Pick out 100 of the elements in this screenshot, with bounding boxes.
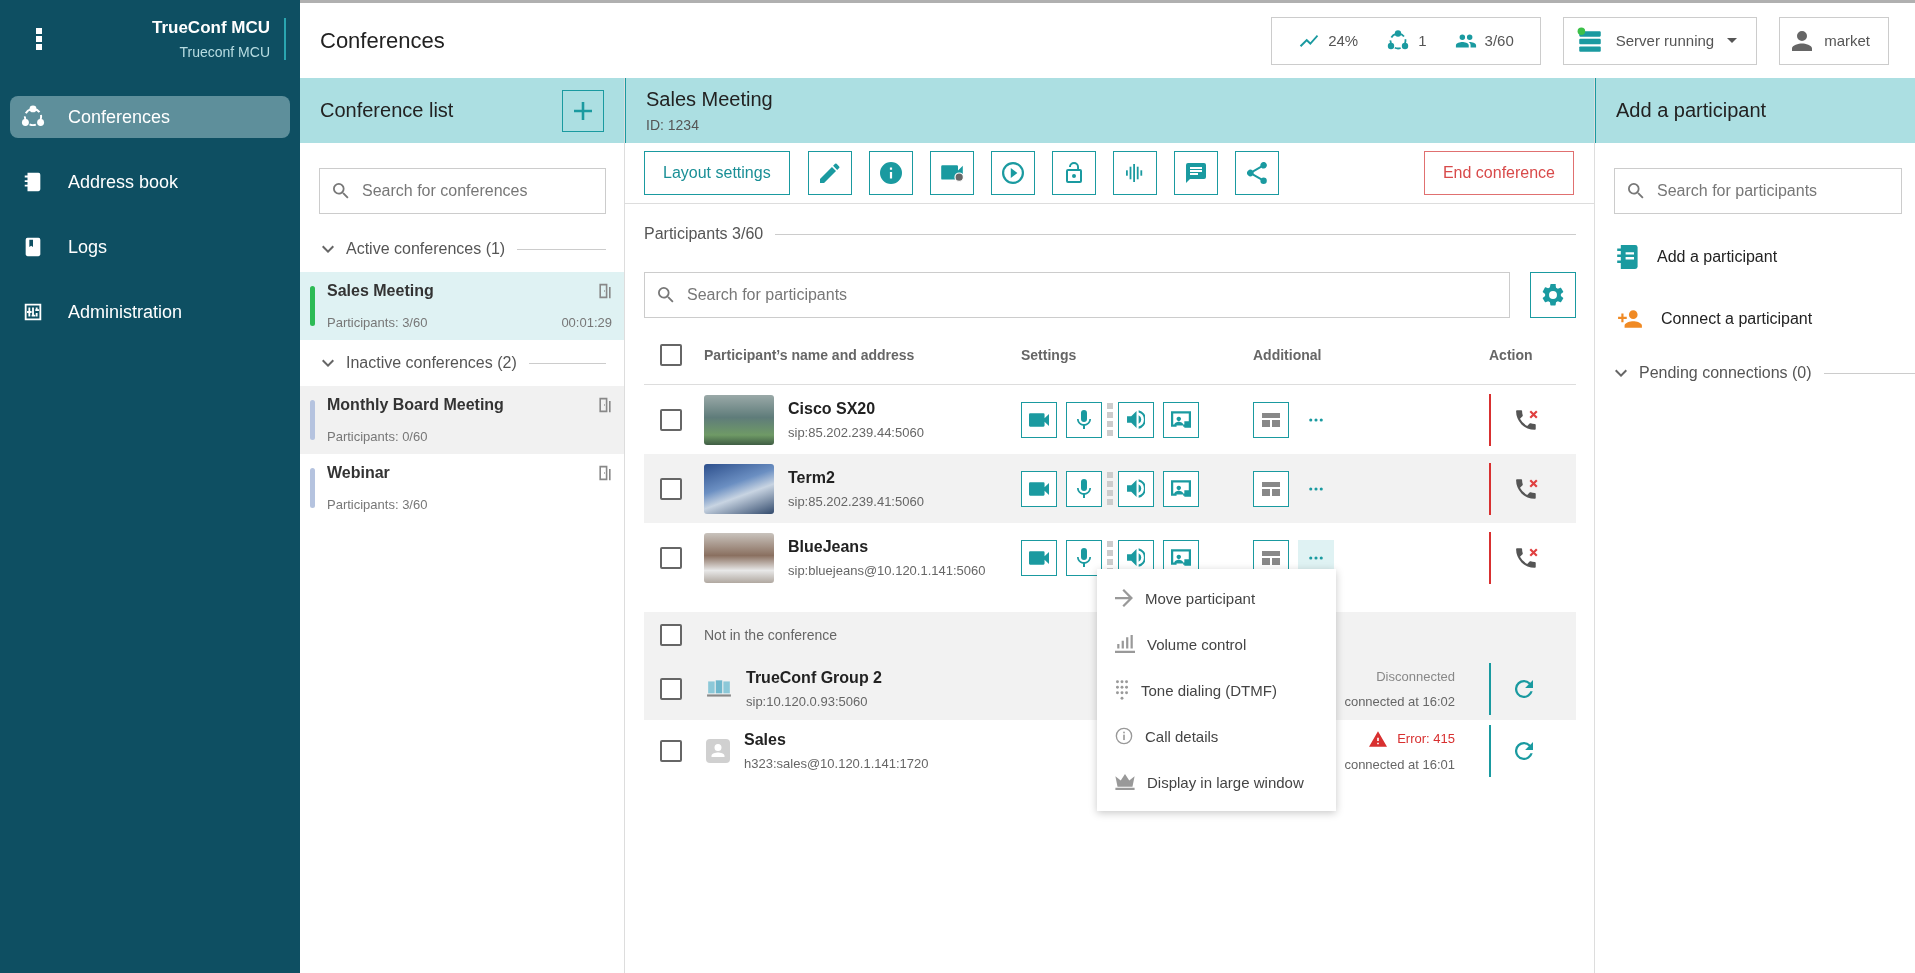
checkbox[interactable] <box>660 740 682 762</box>
phone-cross-icon <box>1515 546 1539 569</box>
more-icon <box>1309 555 1323 560</box>
video-thumbnail <box>704 463 774 514</box>
page-title: Conferences <box>320 27 445 54</box>
refresh-icon <box>1515 680 1533 698</box>
settings-icon <box>1542 284 1564 306</box>
camera-button[interactable] <box>1021 401 1057 438</box>
reconnect-button[interactable] <box>1515 680 1533 698</box>
speaker-button[interactable] <box>1118 401 1154 438</box>
lock-button[interactable] <box>1051 151 1096 195</box>
chevron-icon[interactable] <box>322 359 334 367</box>
camera-button[interactable] <box>1021 539 1057 576</box>
reconnect-button[interactable] <box>1515 742 1533 760</box>
volume-bars-icon <box>1115 635 1135 653</box>
room-system-icon <box>706 678 732 700</box>
checkbox[interactable] <box>660 344 682 366</box>
menu-item[interactable]: Move participant <box>1097 575 1336 621</box>
checkbox[interactable] <box>660 678 682 700</box>
microphone-button[interactable] <box>1066 539 1102 576</box>
camera-button[interactable] <box>1021 470 1057 507</box>
speaker-icon <box>1127 410 1145 429</box>
hang-up-button[interactable] <box>1515 546 1539 569</box>
screen-button[interactable] <box>1163 470 1199 507</box>
door-icon[interactable] <box>598 397 612 413</box>
sidebar-item[interactable]: Conferences <box>10 96 290 138</box>
chevron-icon[interactable] <box>322 245 334 253</box>
hang-up-button[interactable] <box>1515 477 1539 500</box>
connection-status: Error: 415 <box>1369 730 1455 747</box>
presentation-icon <box>1171 411 1191 428</box>
share-icon <box>1246 162 1267 184</box>
menu-item[interactable]: Volume control <box>1097 621 1336 667</box>
camera-button[interactable] <box>929 151 974 195</box>
layout-button[interactable] <box>1253 401 1289 438</box>
menu-item[interactable]: Display in large window <box>1097 759 1336 805</box>
participant-name: Sales <box>744 731 787 749</box>
play-button[interactable] <box>990 151 1035 195</box>
phone-cross-icon <box>1515 408 1539 431</box>
person-icon <box>1792 30 1813 51</box>
column-header: Settings <box>1021 347 1078 363</box>
add-action[interactable]: Connect a participant <box>1595 288 1915 350</box>
participant-address: sip:85.202.239.44:5060 <box>788 424 924 440</box>
layout-icon <box>1262 550 1280 565</box>
search-field[interactable]: Search for participants <box>1614 168 1902 214</box>
video-thumbnail <box>704 394 774 445</box>
stat-value: 24% <box>1298 29 1359 52</box>
participant-name: Term2 <box>788 468 836 487</box>
end-conference-button[interactable]: End conference <box>1423 151 1574 195</box>
group-label[interactable]: Inactive conferences (2) <box>346 354 517 372</box>
hang-up-button[interactable] <box>1515 408 1539 431</box>
group-label[interactable]: Active conferences (1) <box>346 240 506 258</box>
audio-button[interactable] <box>1112 151 1157 195</box>
info-button[interactable] <box>868 151 913 195</box>
checkbox[interactable] <box>660 624 682 646</box>
conference-item[interactable]: Monthly Board Meeting Participants: 0/60 <box>300 386 624 454</box>
menu-item[interactable]: Call details <box>1097 713 1336 759</box>
checkbox[interactable] <box>660 477 682 500</box>
column-header: Additional <box>1253 347 1323 363</box>
pencil-icon <box>819 163 840 183</box>
door-icon[interactable] <box>598 465 612 481</box>
arrow-right-icon <box>1115 589 1133 607</box>
layout-icon <box>1262 412 1280 427</box>
checkbox[interactable] <box>660 408 682 431</box>
layout-settings-button[interactable]: Layout settings <box>644 151 790 195</box>
microphone-button[interactable] <box>1066 401 1102 438</box>
edit-button[interactable] <box>807 151 852 195</box>
info-icon <box>879 162 902 184</box>
search-field[interactable]: Search for participants <box>644 272 1510 318</box>
chat-button[interactable] <box>1173 151 1218 195</box>
user-button[interactable]: market <box>1779 16 1889 65</box>
checkbox[interactable] <box>660 546 682 569</box>
share-button[interactable] <box>1234 151 1279 195</box>
plus-icon <box>574 101 592 120</box>
add-conference-button[interactable] <box>562 89 604 132</box>
server-status-dropdown[interactable]: Server running <box>1562 16 1758 65</box>
search-icon <box>333 183 349 199</box>
add-action[interactable]: Add a participant <box>1595 226 1915 288</box>
speaker-icon <box>1127 479 1145 498</box>
conference-name: Monthly Board Meeting <box>327 396 504 414</box>
level-meter-icon <box>1107 402 1113 437</box>
layout-button[interactable] <box>1253 470 1289 507</box>
menu-item[interactable]: Tone dialing (DTMF) <box>1097 667 1336 713</box>
sidebar-item[interactable]: Logs <box>10 226 290 268</box>
conference-item[interactable]: Sales Meeting Participants: 3/60 00:01:29 <box>300 272 624 340</box>
sidebar-item[interactable]: Address book <box>10 161 290 203</box>
door-icon[interactable] <box>598 283 612 299</box>
participant-address: sip:85.202.239.41:5060 <box>788 493 924 509</box>
search-field[interactable]: Search for conferences <box>319 168 606 214</box>
microphone-button[interactable] <box>1066 470 1102 507</box>
speaker-button[interactable] <box>1118 470 1154 507</box>
settings-button[interactable] <box>1530 272 1576 318</box>
chevron-icon[interactable] <box>1615 369 1627 377</box>
group-label[interactable]: Pending connections (0) <box>1639 364 1812 382</box>
conference-item[interactable]: Webinar Participants: 3/60 <box>300 454 624 522</box>
participant-address: sip:bluejeans@10.120.1.141:5060 <box>788 562 986 578</box>
screen-button[interactable] <box>1163 401 1199 438</box>
conference-name: Webinar <box>327 464 390 482</box>
menu-icon[interactable] <box>36 28 42 50</box>
sidebar-item[interactable]: Administration <box>10 291 290 333</box>
participant-address: h323:sales@10.120.1.141:1720 <box>744 756 929 771</box>
